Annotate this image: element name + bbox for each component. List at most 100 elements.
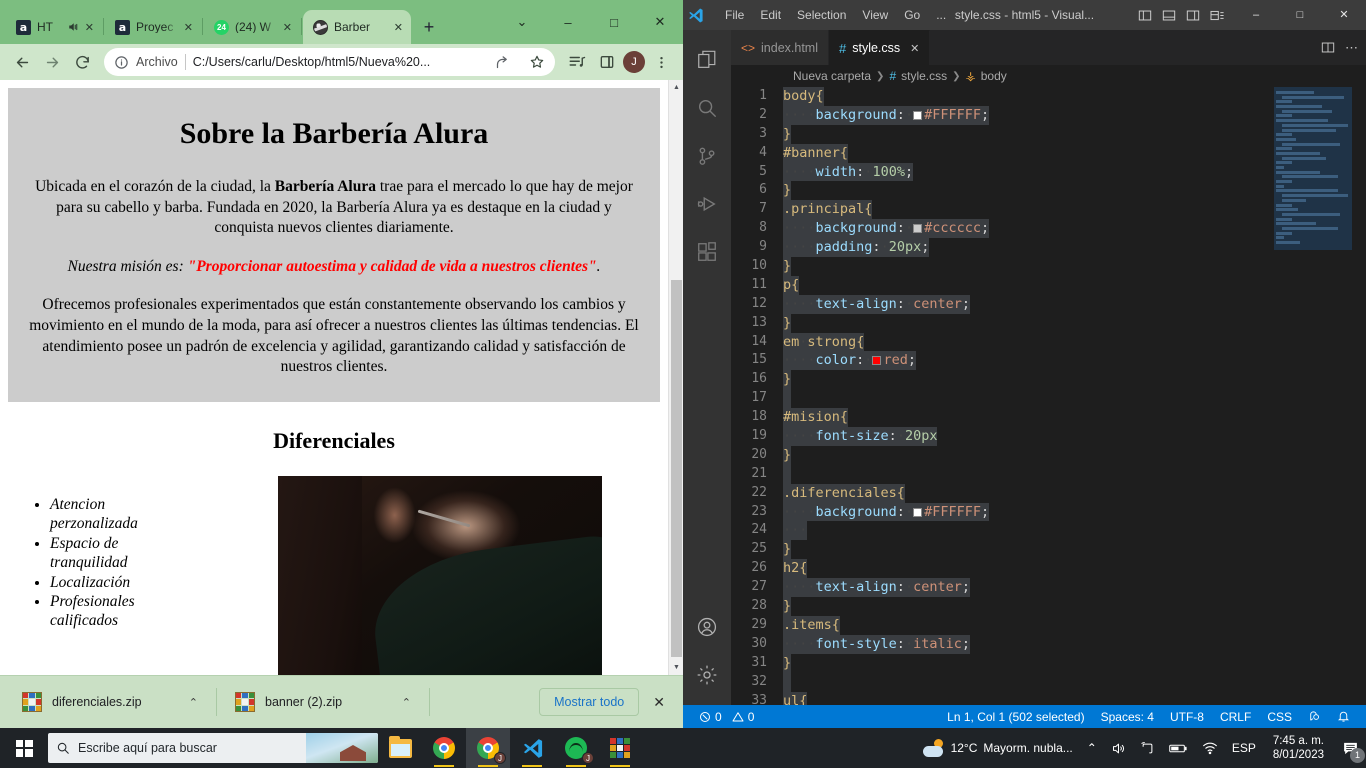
explorer-icon[interactable] — [683, 36, 731, 84]
code-text[interactable]: .diferenciales{ — [783, 483, 905, 503]
menu-go[interactable]: Go — [896, 0, 928, 30]
menu-view[interactable]: View — [854, 0, 896, 30]
code-text[interactable] — [783, 464, 792, 484]
code-text[interactable]: body{ — [783, 87, 824, 106]
search-input[interactable]: Escribe aquí para buscar — [48, 733, 378, 763]
weather-widget[interactable]: 12°C Mayorm. nubla... — [916, 739, 1080, 757]
back-button[interactable] — [8, 48, 36, 76]
editor-tab-close-icon[interactable]: ✕ — [910, 42, 919, 55]
toggle-secondary-sidebar-icon[interactable] — [1186, 9, 1210, 22]
scroll-up-arrow-icon[interactable]: ▲ — [669, 80, 683, 95]
taskbar-app-file-explorer[interactable] — [378, 728, 422, 768]
tab-close-icon[interactable]: ✕ — [85, 21, 94, 34]
tab-mute-icon[interactable] — [67, 21, 79, 33]
code-text[interactable]: #mision{ — [783, 408, 849, 428]
code-text[interactable]: ····font-size:·20px — [783, 427, 938, 446]
screencast-icon[interactable] — [1133, 741, 1162, 756]
taskbar-app-chrome[interactable] — [422, 728, 466, 768]
editor-tab-style-css[interactable]: # style.css ✕ — [829, 30, 931, 65]
code-text[interactable] — [783, 672, 792, 692]
tab-close-icon[interactable]: ✕ — [394, 21, 403, 34]
wifi-icon[interactable] — [1195, 741, 1225, 755]
code-text[interactable]: h2{ — [783, 559, 808, 579]
chevron-up-icon[interactable]: ⌃ — [396, 696, 417, 709]
code-text[interactable]: } — [783, 653, 792, 673]
language-indicator[interactable]: ESP — [1225, 741, 1263, 755]
search-highlight-thumbnail[interactable] — [306, 733, 378, 763]
customize-layout-icon[interactable] — [1210, 9, 1234, 22]
breadcrumb-symbol[interactable]: body — [981, 69, 1007, 83]
code-text[interactable]: ····text-align:·center; — [783, 294, 970, 314]
kebab-menu-icon[interactable] — [647, 48, 675, 76]
tab-close-icon[interactable]: ✕ — [283, 21, 292, 34]
bell-icon[interactable] — [1329, 710, 1358, 723]
code-text[interactable]: } — [783, 124, 792, 144]
taskbar-app-winrar[interactable] — [598, 728, 642, 768]
code-text[interactable]: } — [783, 313, 792, 333]
breadcrumb-folder[interactable]: Nueva carpeta — [793, 69, 871, 83]
taskbar-app-chrome-profile[interactable]: J — [466, 728, 510, 768]
run-and-debug-icon[interactable] — [683, 180, 731, 228]
code-text[interactable]: ····color:· red; — [783, 351, 916, 371]
scroll-down-arrow-icon[interactable]: ▼ — [669, 660, 683, 675]
minimize-button[interactable]: – — [545, 0, 591, 44]
share-icon[interactable] — [488, 48, 516, 76]
taskbar-app-spotify[interactable]: J — [554, 728, 598, 768]
download-item-diferenciales[interactable]: diferenciales.zip ⌃ — [10, 684, 210, 720]
address-bar[interactable]: Archivo C:/Users/carlu/Desktop/html5/Nue… — [104, 48, 555, 76]
show-hidden-icons-chevron[interactable]: ⌃ — [1080, 741, 1104, 755]
close-download-shelf-icon[interactable]: ✕ — [639, 694, 673, 711]
status-indentation[interactable]: Spaces: 4 — [1093, 710, 1162, 724]
status-language-mode[interactable]: CSS — [1259, 710, 1300, 724]
source-control-icon[interactable] — [683, 132, 731, 180]
close-button[interactable]: ✕ — [637, 0, 683, 44]
code-text[interactable]: } — [783, 540, 792, 560]
code-text[interactable]: em·strong{ — [783, 332, 865, 352]
breadcrumb-file[interactable]: style.css — [901, 69, 947, 83]
vscode-minimize-button[interactable]: – — [1234, 0, 1278, 30]
code-text[interactable] — [783, 389, 792, 409]
browser-tab-whatsapp[interactable]: 24 (24) W ✕ — [204, 10, 300, 44]
search-icon[interactable] — [683, 84, 731, 132]
code-text[interactable]: #banner{ — [783, 143, 849, 163]
code-text[interactable]: p{ — [783, 275, 800, 295]
bookmark-star-icon[interactable] — [523, 48, 551, 76]
volume-icon[interactable] — [1104, 741, 1133, 756]
menu-more[interactable]: ... — [928, 0, 954, 30]
page-scrollbar[interactable]: ▲ ▼ — [668, 80, 683, 675]
more-actions-icon[interactable]: ⋯ — [1345, 40, 1358, 56]
battery-icon[interactable] — [1162, 742, 1195, 755]
code-text[interactable]: .principal{ — [783, 200, 873, 220]
code-text[interactable]: } — [783, 181, 792, 201]
toggle-panel-icon[interactable] — [1162, 9, 1186, 22]
new-tab-button[interactable]: + — [415, 13, 443, 41]
show-all-downloads-button[interactable]: Mostrar todo — [539, 688, 640, 716]
site-info-icon[interactable] — [114, 55, 129, 70]
minimap[interactable] — [1274, 87, 1352, 705]
editor-tab-index-html[interactable]: <> index.html — [731, 30, 829, 65]
status-eol[interactable]: CRLF — [1212, 710, 1259, 724]
editor-scrollbar[interactable] — [1352, 87, 1366, 705]
status-cursor-position[interactable]: Ln 1, Col 1 (502 selected) — [939, 710, 1092, 724]
tab-close-icon[interactable]: ✕ — [184, 21, 193, 34]
code-text[interactable]: ··· — [783, 521, 808, 541]
taskbar-app-vscode[interactable] — [510, 728, 554, 768]
code-text[interactable]: ····background:· #FFFFFF; — [783, 502, 990, 522]
code-editor[interactable]: 1 body{2 ····background:· #FFFFFF; 3} 4 #banne… — [731, 87, 1366, 705]
menu-selection[interactable]: Selection — [789, 0, 854, 30]
code-text[interactable]: ····text-align:·center; — [783, 578, 970, 598]
browser-tab-proyecto[interactable]: a Proyec ✕ — [105, 10, 201, 44]
code-text[interactable]: ····font-style:·italic; — [783, 634, 970, 654]
code-text[interactable]: ····background:· #cccccc; — [783, 219, 990, 239]
code-text[interactable]: } — [783, 445, 792, 465]
notification-icon[interactable]: 1 — [1334, 728, 1366, 768]
code-text[interactable]: } — [783, 370, 792, 390]
menu-edit[interactable]: Edit — [752, 0, 789, 30]
status-problems[interactable]: 0 0 — [691, 710, 762, 724]
start-icon[interactable] — [0, 728, 48, 768]
vscode-maximize-button[interactable]: □ — [1278, 0, 1322, 30]
forward-button[interactable] — [38, 48, 66, 76]
code-text[interactable]: ····width:·100%; — [783, 162, 914, 182]
code-text[interactable]: } — [783, 257, 792, 276]
split-editor-icon[interactable] — [1321, 41, 1335, 54]
